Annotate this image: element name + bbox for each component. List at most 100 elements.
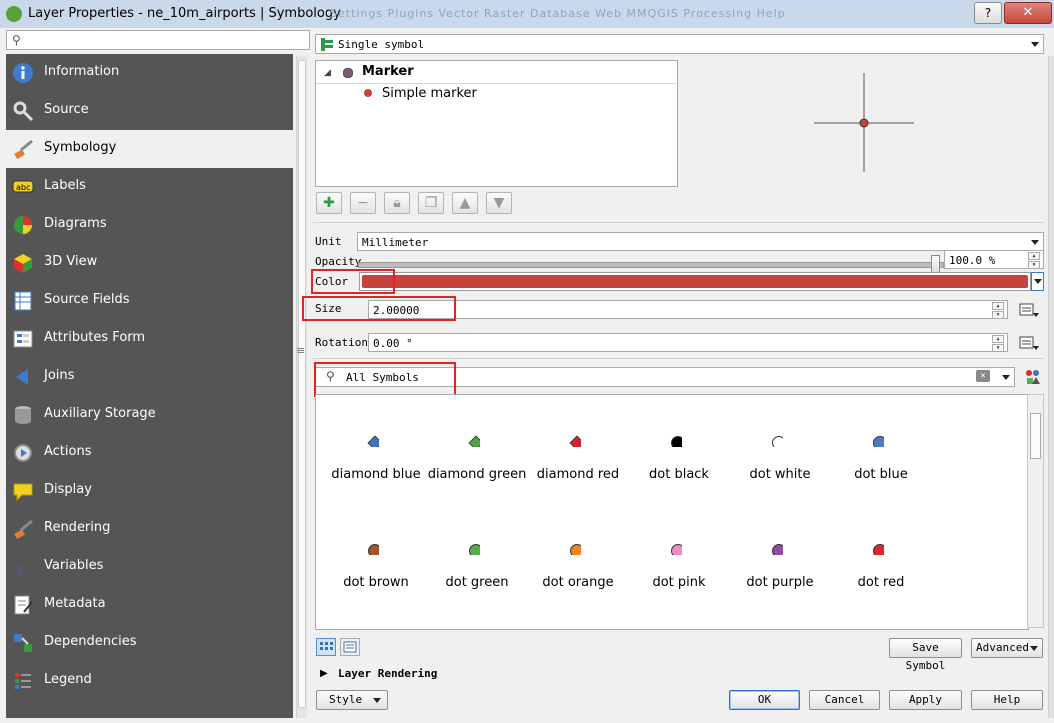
- expand-triangle-icon[interactable]: ▶: [320, 668, 328, 679]
- sidebar-item-label: Symbology: [44, 140, 117, 155]
- sidebar-item-actions[interactable]: Actions: [6, 434, 293, 472]
- sidebar-item-source[interactable]: Source: [6, 92, 293, 130]
- single-symbol-icon: [321, 38, 333, 51]
- symbol-item[interactable]: diamond green: [422, 415, 526, 495]
- size-spinbox[interactable]: 2.00000 ▲ ▼: [368, 300, 1008, 319]
- symbol-layer-tree[interactable]: ◢ Marker Simple marker: [315, 60, 678, 187]
- sidebar-item-diagrams[interactable]: Diagrams: [6, 206, 293, 244]
- scrollbar-thumb[interactable]: [1030, 413, 1041, 459]
- scrollbar-thumb[interactable]: [298, 60, 306, 708]
- symbol-item[interactable]: dot pink: [624, 523, 725, 603]
- color-button[interactable]: [359, 272, 1031, 291]
- sidebar-item-variables[interactable]: ε Variables: [6, 548, 293, 586]
- abc-label-icon: abc: [12, 180, 34, 193]
- svg-text:abc: abc: [16, 183, 30, 192]
- splitter-handle[interactable]: ≡: [296, 344, 305, 357]
- rotation-spinbox[interactable]: 0.00 ° ▲ ▼: [368, 333, 1008, 352]
- data-defined-override-icon[interactable]: [1018, 301, 1040, 319]
- symbol-library-grid[interactable]: diamond blue diamond green diamond red dot …: [315, 394, 1029, 630]
- sidebar-search-input[interactable]: ⚲: [6, 30, 310, 50]
- style-menu-button[interactable]: Style: [316, 690, 388, 710]
- outer-scrollbar[interactable]: [1048, 56, 1054, 718]
- help-button[interactable]: Help: [971, 690, 1043, 710]
- advanced-menu-button[interactable]: Advanced: [971, 638, 1043, 658]
- search-icon: ⚲: [12, 33, 21, 47]
- symbol-item[interactable]: dot white: [725, 415, 826, 495]
- color-menu-button[interactable]: [1031, 272, 1044, 291]
- renderer-select-value: Single symbol: [338, 38, 425, 51]
- sidebar-item-rendering[interactable]: Rendering: [6, 510, 293, 548]
- style-manager-icon[interactable]: [1024, 368, 1042, 386]
- sidebar: Information Source Symbology abc Labels Diagr…: [6, 54, 293, 718]
- opacity-spinbox[interactable]: 100.0 % ▲ ▼: [944, 250, 1044, 269]
- symbol-name: dot green: [445, 575, 509, 590]
- sidebar-item-label: Labels: [44, 178, 86, 193]
- layer-rendering-group[interactable]: Layer Rendering: [338, 667, 437, 680]
- color-swatch: [362, 275, 1028, 288]
- collapse-triangle-icon[interactable]: ◢: [324, 68, 331, 78]
- symbol-item[interactable]: diamond blue: [321, 415, 422, 495]
- move-down-button[interactable]: ▼: [486, 192, 512, 214]
- size-stepper[interactable]: ▲ ▼: [991, 302, 1005, 319]
- sidebar-item-attributes-form[interactable]: Attributes Form: [6, 320, 293, 358]
- symbol-item[interactable]: dot orange: [523, 523, 624, 603]
- opacity-slider[interactable]: [358, 255, 944, 273]
- tree-row-marker[interactable]: ◢ Marker: [316, 61, 677, 84]
- tree-child-label[interactable]: Simple marker: [382, 86, 477, 101]
- sidebar-item-3d-view[interactable]: 3D View: [6, 244, 293, 282]
- sidebar-item-dependencies[interactable]: Dependencies: [6, 624, 293, 662]
- help-title-button[interactable]: ?: [974, 2, 1002, 24]
- epsilon-icon: ε: [17, 558, 26, 578]
- info-icon: [13, 63, 33, 83]
- chevron-down-icon[interactable]: [1002, 375, 1010, 380]
- sidebar-item-labels[interactable]: abc Labels: [6, 168, 293, 206]
- symbol-item[interactable]: dot green: [422, 523, 523, 603]
- chevron-down-icon: [1034, 279, 1042, 284]
- sidebar-item-label: Variables: [44, 558, 104, 573]
- icon-view-button[interactable]: [316, 638, 336, 656]
- list-view-button[interactable]: [340, 638, 360, 656]
- sidebar-item-metadata[interactable]: Metadata: [6, 586, 293, 624]
- data-defined-override-icon[interactable]: [1018, 334, 1040, 352]
- symbol-name: dot blue: [854, 467, 908, 482]
- move-up-button[interactable]: ▲: [452, 192, 478, 214]
- form-icon: [13, 330, 33, 348]
- sidebar-scrollbar[interactable]: [296, 56, 307, 718]
- document-pen-icon: [14, 595, 33, 615]
- unit-select-value: Millimeter: [362, 236, 429, 249]
- sidebar-item-symbology[interactable]: Symbology: [6, 130, 293, 168]
- library-scrollbar[interactable]: [1027, 394, 1044, 628]
- symbol-name: dot purple: [746, 575, 814, 590]
- tree-root-label: Marker: [362, 64, 414, 79]
- symbol-item[interactable]: dot blue: [826, 415, 927, 495]
- cancel-button[interactable]: Cancel: [809, 690, 880, 710]
- duplicate-layer-button[interactable]: ❐: [418, 192, 444, 214]
- opacity-slider-handle[interactable]: [931, 255, 940, 273]
- dot-marker-icon: [671, 436, 682, 447]
- sidebar-item-display[interactable]: Display: [6, 472, 293, 510]
- dot-marker-icon: [570, 544, 581, 555]
- remove-symbol-layer-button[interactable]: −: [350, 192, 376, 214]
- source-wrench-icon: [13, 101, 34, 122]
- symbol-item[interactable]: dot red: [826, 523, 927, 603]
- unit-select[interactable]: Millimeter: [357, 232, 1044, 251]
- add-symbol-layer-button[interactable]: ✚: [316, 192, 342, 214]
- sidebar-item-auxiliary-storage[interactable]: Auxiliary Storage: [6, 396, 293, 434]
- apply-button[interactable]: Apply: [889, 690, 962, 710]
- rotation-stepper[interactable]: ▲ ▼: [991, 335, 1005, 352]
- sidebar-item-joins[interactable]: Joins: [6, 358, 293, 396]
- sidebar-item-legend[interactable]: Legend: [6, 662, 293, 700]
- close-window-button[interactable]: ✕: [1004, 2, 1052, 24]
- clear-icon[interactable]: ✕: [976, 370, 990, 382]
- sidebar-item-source-fields[interactable]: Source Fields: [6, 282, 293, 320]
- symbol-item[interactable]: diamond red: [523, 415, 624, 495]
- lock-layer-button[interactable]: 🔒︎: [384, 192, 410, 214]
- sidebar-item-information[interactable]: Information: [6, 54, 293, 92]
- symbol-item[interactable]: dot purple: [725, 523, 826, 603]
- renderer-select[interactable]: Single symbol: [315, 34, 1044, 54]
- ok-button[interactable]: OK: [729, 690, 800, 710]
- symbol-item[interactable]: dot black: [624, 415, 725, 495]
- save-symbol-button[interactable]: Save Symbol: [889, 638, 962, 672]
- opacity-stepper[interactable]: ▲ ▼: [1027, 252, 1041, 269]
- symbol-item[interactable]: dot brown: [321, 523, 422, 603]
